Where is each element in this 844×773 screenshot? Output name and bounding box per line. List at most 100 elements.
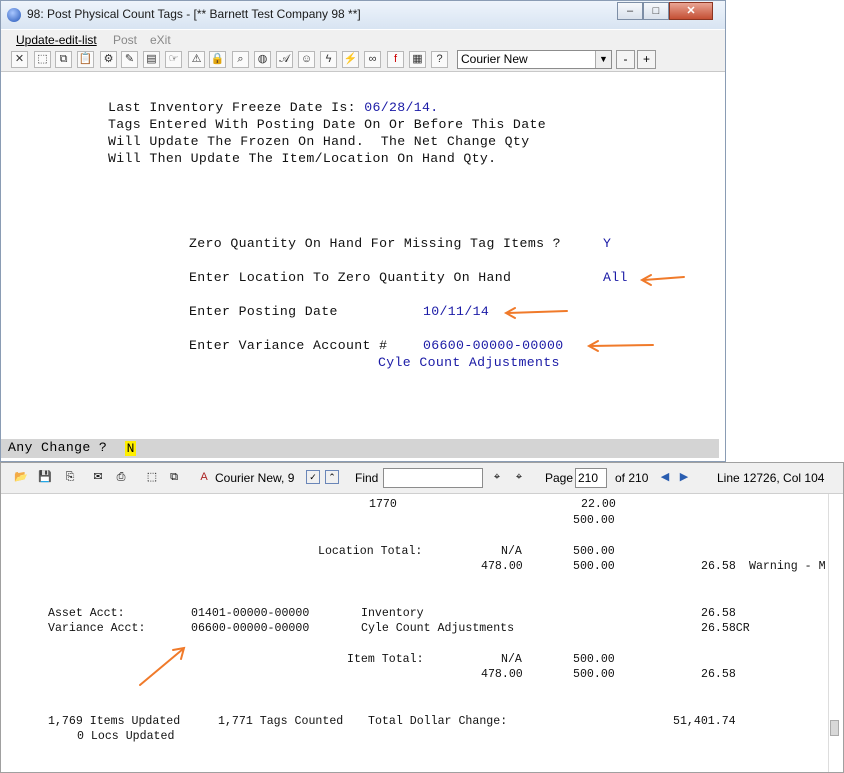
find-input[interactable] [383, 468, 483, 488]
variance-acct-description: Cyle Count Adjustments [361, 622, 515, 635]
font-increase-button[interactable]: + [637, 50, 656, 69]
user-icon[interactable]: ☺ [298, 51, 315, 68]
location-total-label: Location Total: [318, 545, 423, 558]
variance-account-label: Enter Variance Account # [189, 338, 388, 353]
properties-icon[interactable]: ✎ [121, 51, 138, 68]
variance-account-description: Cyle Count Adjustments [378, 355, 560, 370]
help-pointer-icon[interactable]: ? [431, 51, 448, 68]
info-line-4: Will Then Update The Item/Location On Ha… [108, 151, 497, 166]
items-updated-summary: 1,769 Items Updated [48, 715, 181, 728]
location-field[interactable]: All [603, 270, 628, 285]
previous-page-icon[interactable]: ◀ [657, 470, 673, 485]
warning-text: Warning - M [749, 560, 826, 573]
next-page-icon[interactable]: ▶ [676, 470, 692, 485]
hand-icon[interactable]: ☞ [165, 51, 182, 68]
prompt-bar: Any Change ? N [1, 439, 719, 458]
any-change-prompt: Any Change ? [8, 440, 108, 455]
freeze-date-line: Last Inventory Freeze Date Is: 06/28/14. [108, 100, 439, 115]
asset-acct-label: Asset Acct: [48, 607, 125, 620]
cursor-position: Line 12726, Col 104 [717, 471, 825, 485]
prompt-cursor-input[interactable]: N [125, 441, 136, 456]
report-viewer: 📂 💾 ⎘ ✉ ⎙ ⬚ ⧉ A Courier New, 9 ✓ ⌃ Find … [0, 462, 844, 773]
zero-qty-label: Zero Quantity On Hand For Missing Tag It… [189, 236, 561, 251]
location-total-value: 500.00 [573, 545, 615, 558]
location-label: Enter Location To Zero Quantity On Hand [189, 270, 512, 285]
paste-icon[interactable]: 📋 [77, 51, 94, 68]
font-decrease-button[interactable]: - [616, 50, 635, 69]
asset-acct-amount: 26.58 [701, 607, 736, 620]
report-item-number: 1770 [369, 498, 397, 511]
zoom-icon[interactable]: ⌃ [325, 470, 339, 484]
function-icon[interactable]: f [387, 51, 404, 68]
maximize-button[interactable]: □ [643, 2, 669, 20]
calculator-icon[interactable]: ▦ [409, 51, 426, 68]
title-bar: 98: Post Physical Count Tags - [** Barne… [1, 1, 725, 29]
menu-update-edit-list[interactable]: Update-edit-list [16, 33, 97, 47]
globe-icon[interactable]: ◍ [254, 51, 271, 68]
location-total-na: N/A [501, 545, 522, 558]
close-button[interactable]: ✕ [669, 2, 713, 20]
find-next-binoculars-icon[interactable]: ⌖ [511, 470, 527, 485]
report-font-label[interactable]: Courier New, 9 [215, 471, 294, 485]
report-toolbar: 📂 💾 ⎘ ✉ ⎙ ⬚ ⧉ A Courier New, 9 ✓ ⌃ Find … [1, 463, 843, 494]
report-qty: 22.00 [581, 498, 616, 511]
variance-account-field[interactable]: 06600-00000-00000 [423, 338, 563, 353]
item-total-label: Item Total: [347, 653, 424, 666]
copy-icon[interactable]: ⧉ [166, 470, 182, 485]
open-folder-icon[interactable]: 📂 [13, 470, 29, 485]
report-content: 1770 22.00 500.00 Location Total: N/A 50… [1, 494, 843, 772]
tags-counted-summary: 1,771 Tags Counted [218, 715, 344, 728]
asset-acct-description: Inventory [361, 607, 424, 620]
export-icon[interactable]: ⎘ [62, 470, 78, 485]
select-icon[interactable]: ⬚ [34, 51, 51, 68]
zero-qty-field[interactable]: Y [603, 236, 611, 251]
item-total-value: 500.00 [573, 653, 615, 666]
warning-icon[interactable]: ⚠ [188, 51, 205, 68]
settings-gear-icon[interactable]: ⚙ [100, 51, 117, 68]
item-total-row-b: 500.00 [573, 668, 615, 681]
lock-icon[interactable]: 🔒 [209, 51, 226, 68]
item-total-row-c: 26.58 [701, 668, 736, 681]
cancel-x-icon[interactable]: ✕ [11, 51, 28, 68]
checkbox-icon[interactable]: ✓ [306, 470, 320, 484]
email-icon[interactable]: ✉ [90, 470, 106, 485]
page-input[interactable]: 210 [575, 468, 607, 488]
link-icon[interactable]: ∞ [364, 51, 381, 68]
info-line-3: Will Update The Frozen On Hand. The Net … [108, 134, 530, 149]
font-select-value: Courier New [461, 52, 528, 66]
scrollbar-thumb[interactable] [830, 720, 839, 736]
menu-post[interactable]: Post [113, 33, 137, 47]
posting-date-field[interactable]: 10/11/14 [423, 304, 489, 319]
page-count: of 210 [615, 471, 649, 485]
menu-exit[interactable]: eXit [150, 33, 171, 47]
location-total-row-b: 500.00 [573, 560, 615, 573]
document-icon[interactable]: ▤ [143, 51, 160, 68]
variance-acct-label: Variance Acct: [48, 622, 146, 635]
minimize-button[interactable]: – [617, 2, 643, 20]
font-select[interactable]: Courier New ▼ [457, 50, 612, 69]
freeze-date-value: 06/28/14. [364, 100, 439, 115]
post-physical-count-window: 98: Post Physical Count Tags - [** Barne… [0, 0, 726, 462]
select-all-icon[interactable]: ⬚ [144, 470, 160, 485]
search-icon[interactable]: ⌕ [232, 51, 249, 68]
chevron-down-icon[interactable]: ▼ [595, 51, 611, 68]
posting-date-label: Enter Posting Date [189, 304, 338, 319]
save-icon[interactable]: 💾 [37, 470, 53, 485]
menu-bar: Update-edit-list Post eXit [1, 30, 725, 49]
asset-acct-number: 01401-00000-00000 [191, 607, 310, 620]
variance-acct-number: 06600-00000-00000 [191, 622, 310, 635]
copy-icon[interactable]: ⧉ [55, 51, 72, 68]
font-icon[interactable]: 𝒜 [276, 51, 293, 68]
report-scrollbar[interactable] [828, 494, 841, 772]
toolbar: ✕ ⬚ ⧉ 📋 ⚙ ✎ ▤ ☞ ⚠ 🔒 ⌕ ◍ 𝒜 ☺ ϟ ⚡ ∞ f ▦ ? … [1, 49, 725, 72]
font-icon[interactable]: A [196, 470, 212, 485]
macro-icon[interactable]: ⚡ [342, 51, 359, 68]
page-label: Page [545, 471, 574, 485]
location-total-row-c: 26.58 [701, 560, 736, 573]
print-icon[interactable]: ⎙ [113, 470, 129, 485]
app-icon [7, 8, 21, 22]
find-previous-binoculars-icon[interactable]: ⌖ [489, 470, 505, 485]
lightning-icon[interactable]: ϟ [320, 51, 337, 68]
terminal-screen: Last Inventory Freeze Date Is: 06/28/14.… [1, 72, 725, 461]
info-line-2: Tags Entered With Posting Date On Or Bef… [108, 117, 546, 132]
